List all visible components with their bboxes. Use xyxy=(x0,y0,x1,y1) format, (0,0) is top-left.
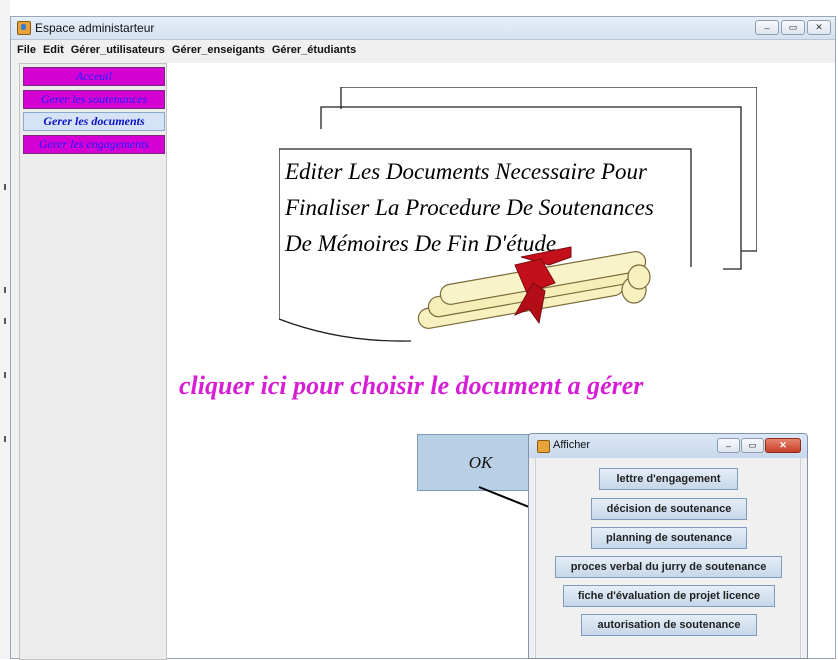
choose-document-prompt: cliquer ici pour choisir le document a g… xyxy=(179,371,644,400)
dialog-body: lettre d'engagement décision de soutenan… xyxy=(535,458,801,658)
menu-file[interactable]: File xyxy=(17,44,36,56)
ok-button[interactable]: OK xyxy=(417,434,544,491)
lettre-engagement-button[interactable]: lettre d'engagement xyxy=(599,468,738,490)
menu-gerer-etudiants[interactable]: Gérer_étudiants xyxy=(272,44,356,56)
background-desktop-strip xyxy=(0,0,10,659)
window-title: Espace administarteur xyxy=(35,21,155,35)
planning-soutenance-button[interactable]: planning de soutenance xyxy=(591,527,747,549)
proces-verbal-button[interactable]: proces verbal du jurry de soutenance xyxy=(555,556,782,578)
autorisation-soutenance-button[interactable]: autorisation de soutenance xyxy=(581,614,757,636)
window-controls: – ▭ ✕ xyxy=(755,20,831,35)
banner-line-2: Finaliser La Procedure De Soutenances xyxy=(284,195,654,220)
menu-edit[interactable]: Edit xyxy=(43,44,64,56)
dialog-titlebar[interactable]: Afficher – ▭ ✕ xyxy=(529,434,807,458)
dialog-maximize-button[interactable]: ▭ xyxy=(741,438,764,453)
dialog-title: Afficher xyxy=(553,439,591,451)
dialog-controls: – ▭ ✕ xyxy=(717,438,801,453)
minimize-button[interactable]: – xyxy=(755,20,779,35)
diploma-scroll-icon xyxy=(417,246,651,329)
banner-line-3: De Mémoires De Fin D'étude xyxy=(284,231,556,256)
java-app-icon xyxy=(17,21,31,35)
fiche-evaluation-button[interactable]: fiche d'évaluation de projet licence xyxy=(563,585,775,607)
desktop-marker xyxy=(4,287,6,293)
sidebar-tab-soutenances[interactable]: Gerer les soutenances xyxy=(23,90,165,109)
java-app-icon xyxy=(537,440,550,453)
desktop-marker xyxy=(4,184,6,190)
window-titlebar[interactable]: Espace administarteur – ▭ ✕ xyxy=(11,17,835,40)
desktop-marker xyxy=(4,372,6,378)
afficher-dialog: Afficher – ▭ ✕ lettre d'engagement décis… xyxy=(528,433,808,659)
dialog-close-button[interactable]: ✕ xyxy=(765,438,801,453)
menu-gerer-utilisateurs[interactable]: Gérer_utilisateurs xyxy=(71,44,165,56)
sidebar-tab-acceuil[interactable]: Acceuil xyxy=(23,67,165,86)
decision-soutenance-button[interactable]: décision de soutenance xyxy=(591,498,747,520)
sidebar-panel: Acceuil Gerer les soutenances Gerer les … xyxy=(19,63,167,660)
close-button[interactable]: ✕ xyxy=(807,20,831,35)
dialog-minimize-button[interactable]: – xyxy=(717,438,740,453)
sidebar-tab-engagements[interactable]: Gerer les engagements xyxy=(23,135,165,154)
maximize-button[interactable]: ▭ xyxy=(781,20,805,35)
desktop-marker xyxy=(4,318,6,324)
banner-line-1: Editer Les Documents Necessaire Pour xyxy=(284,159,648,184)
documents-banner-illustration: Editer Les Documents Necessaire Pour Fin… xyxy=(279,87,757,342)
menu-gerer-enseignants[interactable]: Gérer_enseigants xyxy=(172,44,265,56)
menu-bar: File Edit Gérer_utilisateurs Gérer_ensei… xyxy=(11,40,835,60)
desktop-marker xyxy=(4,436,6,442)
sidebar-tab-documents[interactable]: Gerer les documents xyxy=(23,112,165,131)
